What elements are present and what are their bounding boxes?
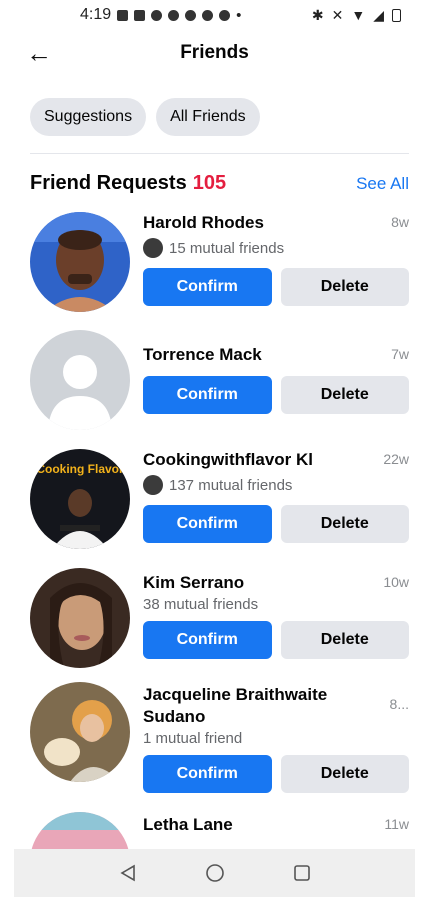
header: ← Friends	[0, 36, 429, 72]
avatar[interactable]	[30, 330, 130, 430]
request-age: 7w	[391, 346, 409, 362]
delete-button[interactable]: Delete	[280, 268, 409, 306]
friend-request-item: Letha Lane 11w	[30, 812, 409, 849]
delete-button[interactable]: Delete	[280, 376, 409, 414]
friend-request-item: Torrence Mack 7w Confirm Delete	[30, 330, 409, 434]
avatar[interactable]	[30, 568, 130, 668]
battery-icon	[392, 8, 401, 22]
confirm-button[interactable]: Confirm	[143, 755, 272, 793]
request-age: 10w	[383, 574, 409, 590]
mutual-friends: 1 mutual friend	[143, 730, 409, 747]
confirm-button[interactable]: Confirm	[143, 268, 272, 306]
mutual-friends-text: 38 mutual friends	[143, 596, 259, 613]
request-age: 11w	[384, 816, 409, 832]
request-name[interactable]: Harold Rhodes	[143, 212, 409, 234]
recents-square-icon[interactable]	[290, 861, 314, 885]
mutual-friends-text: 1 mutual friend	[143, 730, 243, 747]
mutual-friends: 38 mutual friends	[143, 596, 409, 613]
section-title: Friend Requests	[30, 172, 187, 194]
friend-request-item: Cooking Flavor Cookingwithflavor Kl 22w …	[30, 449, 409, 559]
wifi-icon: ▼	[351, 7, 366, 23]
confirm-button[interactable]: Confirm	[143, 505, 272, 543]
divider	[30, 153, 409, 154]
delete-button[interactable]: Delete	[280, 755, 409, 793]
signal-icon: ◢	[373, 6, 384, 23]
confirm-button[interactable]: Confirm	[143, 376, 272, 414]
system-navigation-bar	[14, 849, 415, 897]
home-circle-icon[interactable]	[203, 861, 227, 885]
delete-button[interactable]: Delete	[280, 621, 409, 659]
delete-button[interactable]: Delete	[280, 505, 409, 543]
request-name[interactable]: Torrence Mack	[143, 344, 409, 366]
request-age: 8w	[391, 214, 409, 230]
friend-request-item: Harold Rhodes 8w 15 mutual friends Confi…	[30, 212, 409, 322]
friend-request-item: Kim Serrano 10w 38 mutual friends Confir…	[30, 568, 409, 670]
mutual-friends: 15 mutual friends	[143, 238, 409, 258]
avatar[interactable]: Cooking Flavor	[30, 449, 130, 549]
confirm-button[interactable]: Confirm	[143, 621, 272, 659]
request-name[interactable]: Kim Serrano	[143, 572, 409, 594]
avatar-text: Cooking Flavor	[36, 462, 124, 476]
all-friends-chip[interactable]: All Friends	[156, 98, 260, 136]
filter-chips: Suggestions All Friends	[30, 98, 260, 136]
request-count: 105	[192, 172, 227, 194]
facebook-icon	[168, 9, 180, 21]
avatar[interactable]	[30, 682, 130, 782]
avatar[interactable]	[30, 812, 130, 849]
section-header: Friend Requests 105 See All	[30, 172, 409, 198]
request-age: 8...	[389, 696, 409, 712]
request-age: 22w	[383, 451, 409, 467]
request-name[interactable]: Letha Lane	[143, 814, 409, 836]
mutual-friends: 137 mutual friends	[143, 475, 409, 495]
mutual-friends-text: 137 mutual friends	[169, 476, 293, 494]
friend-request-item: Jacqueline Braithwaite Sudano 8... 1 mut…	[30, 682, 409, 797]
avatar[interactable]	[30, 212, 130, 312]
facebook-icon	[185, 9, 197, 21]
status-bar: 4:19 • ✱ ✕ ▼ ◢	[0, 0, 429, 30]
mutual-friend-avatar	[143, 238, 163, 258]
notification-icon	[151, 9, 163, 21]
notification-icon	[134, 9, 146, 21]
mutual-friend-avatar	[143, 475, 163, 495]
back-triangle-icon[interactable]	[116, 861, 140, 885]
request-name[interactable]: Jacqueline Braithwaite Sudano	[143, 684, 409, 728]
dot-icon: •	[236, 6, 242, 24]
mute-icon: ✕	[331, 6, 344, 23]
request-name[interactable]: Cookingwithflavor Kl	[143, 449, 409, 471]
facebook-icon	[202, 9, 214, 21]
mutual-friends-text: 15 mutual friends	[169, 239, 285, 257]
bluetooth-icon: ✱	[311, 6, 324, 23]
status-time: 4:19	[80, 6, 112, 23]
app-icon	[219, 9, 231, 21]
suggestions-chip[interactable]: Suggestions	[30, 98, 147, 136]
notification-icon	[117, 9, 129, 21]
page-title: Friends	[180, 42, 249, 63]
see-all-link[interactable]: See All	[356, 174, 409, 194]
